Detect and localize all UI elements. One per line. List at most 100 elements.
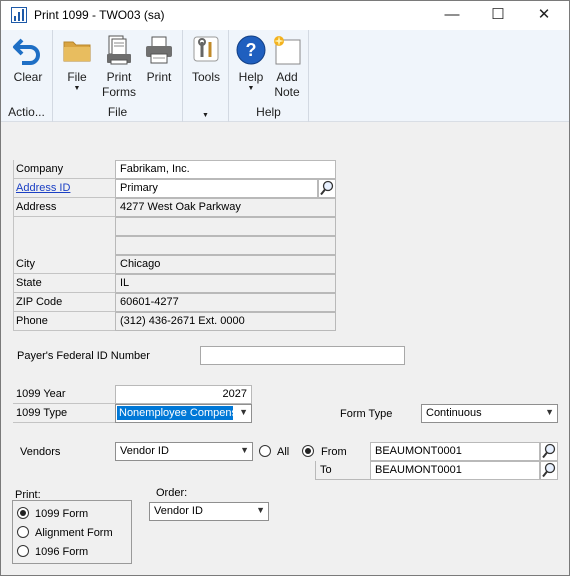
folder-icon [63, 41, 91, 62]
federal-id-label: Payer's Federal ID Number [17, 350, 150, 362]
print-alignment-form-label: Alignment Form [35, 527, 113, 539]
printer-icon [146, 36, 172, 64]
phone-field: (312) 436-2671 Ext. 0000 [115, 312, 336, 331]
tools-button[interactable]: Tools [187, 34, 225, 85]
print-forms-icon [107, 35, 131, 65]
vendors-from-input[interactable]: BEAUMONT0001 [370, 442, 540, 461]
vendors-all-radio[interactable] [259, 445, 271, 457]
type-dropdown[interactable]: Nonemployee Compensa ▼ [115, 404, 252, 423]
address-id-field[interactable]: Primary [115, 179, 318, 198]
vendors-all-label: All [277, 446, 290, 458]
print-label: Print [146, 70, 172, 84]
address-line2-field [115, 217, 336, 236]
tools-group-caret-icon[interactable]: ▼ [183, 112, 228, 119]
magnifier-icon [542, 443, 556, 459]
clear-button[interactable]: Clear [9, 34, 47, 85]
note-icon [274, 36, 301, 65]
ribbon-group-file: File ▼ Print Forms Print File [53, 30, 183, 122]
print-forms-label-line2: Forms [102, 85, 136, 99]
title-bar: Print 1099 - TWO03 (sa) — ☐ ✕ [1, 1, 569, 30]
maximize-button[interactable]: ☐ [475, 1, 521, 30]
add-note-button[interactable]: Add Note [269, 34, 305, 100]
company-field[interactable]: Fabrikam, Inc. [115, 160, 336, 179]
magnifier-icon [542, 462, 556, 478]
tools-icon [193, 36, 219, 62]
undo-arrow-icon [13, 38, 40, 65]
ribbon-group-actions: Clear Actio... [1, 30, 53, 122]
year-label: 1099 Year [13, 385, 115, 404]
address-line3-field [115, 236, 336, 255]
address-label: Address [13, 198, 115, 217]
vendors-to-input[interactable]: BEAUMONT0001 [370, 461, 540, 480]
federal-id-input[interactable] [200, 346, 405, 365]
company-label: Company [13, 160, 115, 179]
file-button[interactable]: File ▼ [59, 34, 95, 93]
address-id-link[interactable]: Address ID [16, 182, 70, 194]
app-chart-icon [11, 7, 27, 23]
print-alignment-form-radio[interactable] [17, 526, 29, 538]
order-value: Vendor ID [154, 505, 203, 517]
print-1099-form-radio[interactable] [17, 507, 29, 519]
form-type-value: Continuous [426, 407, 482, 419]
chevron-down-icon: ▼ [545, 407, 554, 417]
print-1096-form-label: 1096 Form [35, 546, 89, 558]
file-label: File [67, 70, 87, 84]
help-dropdown-caret-icon: ▼ [247, 85, 255, 92]
close-button[interactable]: ✕ [521, 1, 567, 30]
print-1099-form-label: 1099 Form [35, 508, 89, 520]
help-group-label: Help [256, 105, 281, 119]
zip-label: ZIP Code [13, 293, 115, 312]
ribbon-group-help: ? Help ▼ Add Note Help [229, 30, 309, 122]
minimize-button[interactable]: — [429, 1, 475, 30]
vendors-to-label-cell: To [315, 461, 370, 480]
city-label: City [13, 255, 115, 274]
ribbon-group-tools: Tools ▼ [183, 30, 229, 122]
print-button[interactable]: Print [141, 34, 177, 85]
print-1099-window: Print 1099 - TWO03 (sa) — ☐ ✕ Clear Acti… [0, 0, 570, 576]
chevron-down-icon: ▼ [256, 505, 265, 515]
chevron-down-icon: ▼ [240, 445, 249, 455]
ribbon: Clear Actio... File ▼ Print Forms Print … [1, 30, 569, 122]
tools-label: Tools [191, 70, 220, 84]
address-line1-field: 4277 West Oak Parkway [115, 198, 336, 217]
help-icon: ? [236, 35, 266, 65]
form-body: Company Fabrikam, Inc. Address ID Primar… [1, 123, 569, 575]
address-id-lookup-button[interactable] [318, 179, 336, 198]
order-label: Order: [156, 487, 188, 499]
add-note-label-line2: Note [274, 85, 300, 99]
form-type-label: Form Type [340, 408, 393, 420]
file-group-label: File [107, 105, 128, 119]
vendors-sort-value: Vendor ID [120, 445, 169, 457]
file-dropdown-caret-icon: ▼ [73, 85, 81, 92]
vendors-sort-dropdown[interactable]: Vendor ID ▼ [115, 442, 253, 461]
state-field: IL [115, 274, 336, 293]
help-button[interactable]: ? Help ▼ [233, 34, 269, 93]
type-label: 1099 Type [13, 404, 115, 423]
city-field: Chicago [115, 255, 336, 274]
type-selected-value: Nonemployee Compensa [117, 406, 233, 420]
clear-label: Clear [13, 70, 43, 84]
actions-group-label: Actio... [8, 105, 45, 119]
vendors-from-lookup-button[interactable] [540, 442, 558, 461]
print-forms-label-line1: Print [106, 70, 132, 84]
company-block-border [13, 160, 14, 331]
help-label: Help [238, 70, 264, 84]
vendors-to-lookup-button[interactable] [540, 461, 558, 480]
print-1096-form-radio[interactable] [17, 545, 29, 557]
form-type-dropdown[interactable]: Continuous ▼ [421, 404, 558, 423]
window-title: Print 1099 - TWO03 (sa) [34, 8, 165, 22]
state-label: State [13, 274, 115, 293]
zip-field: 60601-4277 [115, 293, 336, 312]
add-note-label-line1: Add [276, 70, 298, 84]
print-forms-button[interactable]: Print Forms [99, 34, 139, 100]
vendors-from-label: From [321, 446, 347, 458]
vendors-from-radio[interactable] [302, 445, 314, 457]
phone-label: Phone [13, 312, 115, 331]
magnifier-icon [320, 180, 334, 196]
svg-text:?: ? [246, 40, 257, 60]
vendors-label: Vendors [20, 446, 61, 458]
vendors-to-label: To [320, 464, 332, 476]
year-input[interactable]: 2027 [115, 385, 252, 404]
order-dropdown[interactable]: Vendor ID ▼ [149, 502, 269, 521]
address-id-label-cell: Address ID [13, 179, 115, 198]
